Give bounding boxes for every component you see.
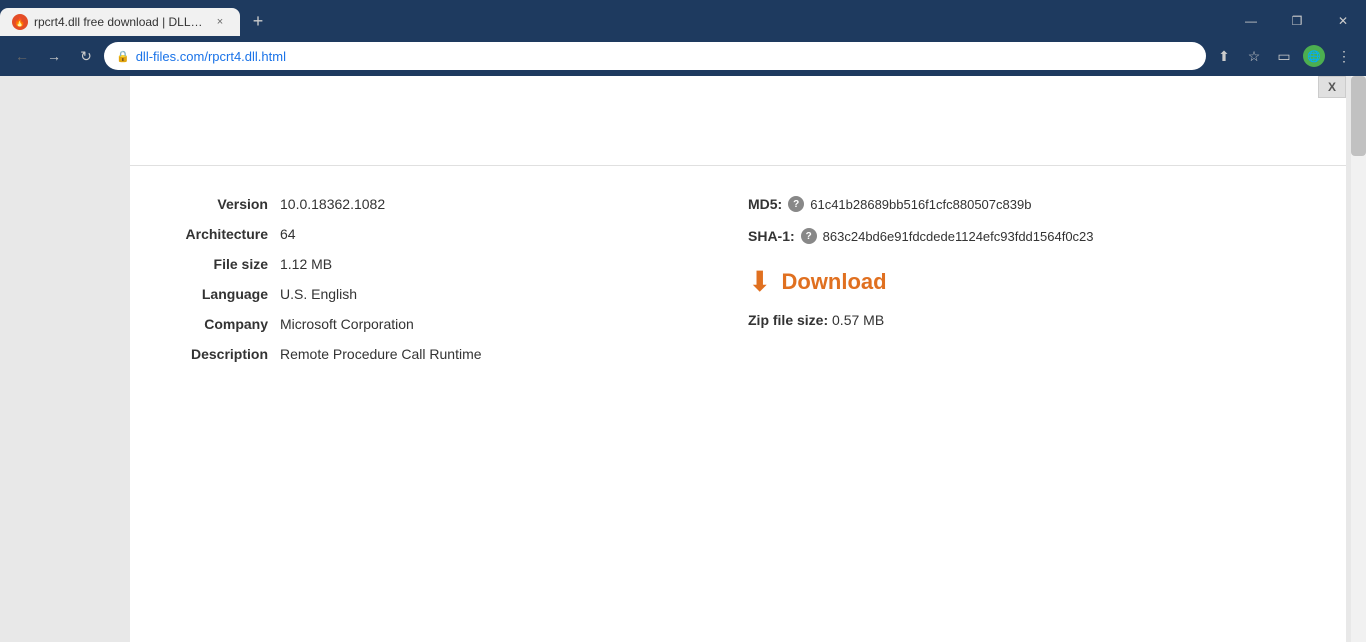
company-value: Microsoft Corporation bbox=[280, 316, 414, 332]
md5-row: MD5: ? 61c41b28689bb516f1cfc880507c839b bbox=[748, 196, 1306, 212]
scrollbar-area bbox=[1346, 76, 1366, 642]
scrollbar-thumb[interactable] bbox=[1351, 76, 1366, 156]
sha1-row: SHA-1: ? 863c24bd6e91fdcdede1124efc93fdd… bbox=[748, 228, 1306, 244]
language-row: Language U.S. English bbox=[150, 286, 708, 302]
forward-button[interactable]: → bbox=[40, 42, 68, 70]
language-value: U.S. English bbox=[280, 286, 357, 302]
architecture-label: Architecture bbox=[150, 226, 280, 242]
url-bar[interactable]: 🔒 dll-files.com/rpcrt4.dll.html bbox=[104, 42, 1206, 70]
file-size-row: File size 1.12 MB bbox=[150, 256, 708, 272]
page-wrapper: X Version 10.0.18362.1082 Architecture 6… bbox=[0, 76, 1366, 642]
sha1-info-icon[interactable]: ? bbox=[801, 228, 817, 244]
description-row: Description Remote Procedure Call Runtim… bbox=[150, 346, 708, 362]
banner-area bbox=[130, 76, 1346, 166]
file-size-value: 1.12 MB bbox=[280, 256, 332, 272]
sha1-label: SHA-1: bbox=[748, 228, 795, 244]
description-label: Description bbox=[150, 346, 280, 362]
tab-favicon: 🔥 bbox=[12, 14, 28, 30]
file-info-section: Version 10.0.18362.1082 Architecture 64 … bbox=[130, 166, 1346, 406]
version-label: Version bbox=[150, 196, 280, 212]
md5-info-icon[interactable]: ? bbox=[788, 196, 804, 212]
file-details: Version 10.0.18362.1082 Architecture 64 … bbox=[150, 196, 738, 376]
profile-avatar: 🌐 bbox=[1303, 45, 1325, 67]
tab-bar: 🔥 rpcrt4.dll free download | DLL-fi... ×… bbox=[0, 0, 1366, 36]
scrollbar-track[interactable] bbox=[1351, 76, 1366, 642]
minimize-button[interactable]: — bbox=[1228, 3, 1274, 39]
share-icon[interactable]: ⬆ bbox=[1210, 42, 1238, 70]
md5-value: 61c41b28689bb516f1cfc880507c839b bbox=[810, 197, 1031, 212]
file-size-label: File size bbox=[150, 256, 280, 272]
sidebar-icon[interactable]: ▭ bbox=[1270, 42, 1298, 70]
zip-size-value: 0.57 MB bbox=[832, 312, 884, 328]
company-label: Company bbox=[150, 316, 280, 332]
tab-close-button[interactable]: × bbox=[212, 14, 228, 30]
new-tab-button[interactable]: + bbox=[244, 7, 272, 35]
back-button[interactable]: ← bbox=[8, 42, 36, 70]
architecture-value: 64 bbox=[280, 226, 296, 242]
content-close-button[interactable]: X bbox=[1318, 76, 1346, 98]
version-row: Version 10.0.18362.1082 bbox=[150, 196, 708, 212]
main-content: X Version 10.0.18362.1082 Architecture 6… bbox=[130, 76, 1346, 642]
download-button[interactable]: ⬇ Download bbox=[748, 268, 887, 296]
sidebar-left bbox=[0, 76, 130, 642]
md5-label: MD5: bbox=[748, 196, 782, 212]
description-value: Remote Procedure Call Runtime bbox=[280, 346, 482, 362]
lock-icon: 🔒 bbox=[116, 50, 130, 63]
download-icon: ⬇ bbox=[748, 268, 771, 296]
maximize-button[interactable]: ❒ bbox=[1274, 3, 1320, 39]
sha1-value: 863c24bd6e91fdcdede1124efc93fdd1564f0c23 bbox=[823, 229, 1094, 244]
profile-icon[interactable]: 🌐 bbox=[1300, 42, 1328, 70]
bookmark-icon[interactable]: ☆ bbox=[1240, 42, 1268, 70]
download-text: Download bbox=[781, 269, 886, 295]
architecture-row: Architecture 64 bbox=[150, 226, 708, 242]
zip-size-label: Zip file size: bbox=[748, 312, 828, 328]
close-button[interactable]: ✕ bbox=[1320, 3, 1366, 39]
toolbar-icons: ⬆ ☆ ▭ 🌐 ⋮ bbox=[1210, 42, 1358, 70]
version-value: 10.0.18362.1082 bbox=[280, 196, 385, 212]
tab-title: rpcrt4.dll free download | DLL-fi... bbox=[34, 15, 206, 29]
url-text: dll-files.com/rpcrt4.dll.html bbox=[136, 49, 1194, 64]
hash-download-section: MD5: ? 61c41b28689bb516f1cfc880507c839b … bbox=[738, 196, 1306, 376]
address-bar: ← → ↻ 🔒 dll-files.com/rpcrt4.dll.html ⬆ … bbox=[0, 36, 1366, 76]
company-row: Company Microsoft Corporation bbox=[150, 316, 708, 332]
language-label: Language bbox=[150, 286, 280, 302]
browser-chrome: 🔥 rpcrt4.dll free download | DLL-fi... ×… bbox=[0, 0, 1366, 76]
reload-button[interactable]: ↻ bbox=[72, 42, 100, 70]
window-controls: — ❒ ✕ bbox=[1228, 6, 1366, 36]
active-tab[interactable]: 🔥 rpcrt4.dll free download | DLL-fi... × bbox=[0, 8, 240, 36]
zip-info: Zip file size: 0.57 MB bbox=[748, 312, 1306, 328]
menu-icon[interactable]: ⋮ bbox=[1330, 42, 1358, 70]
